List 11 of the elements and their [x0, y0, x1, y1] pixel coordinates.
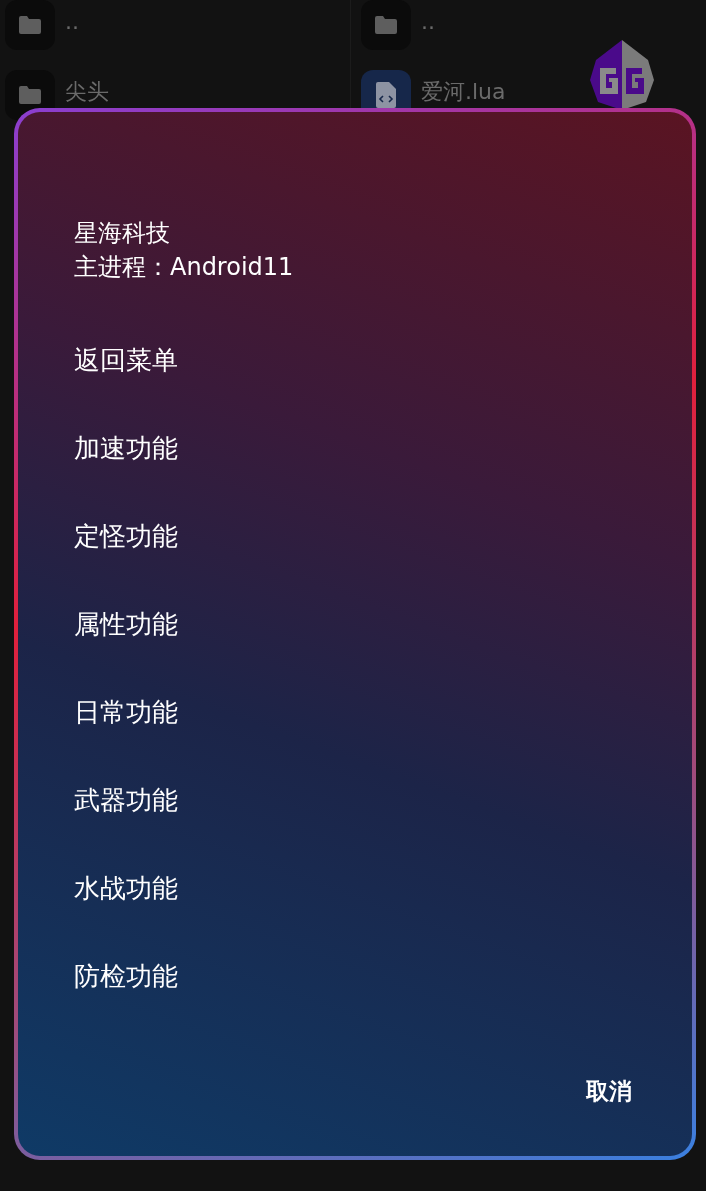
menu-item[interactable]: 防检功能: [74, 958, 178, 994]
cancel-button[interactable]: 取消: [586, 1073, 632, 1108]
menu-item[interactable]: 返回菜单: [74, 342, 178, 378]
menu-item[interactable]: 加速功能: [74, 430, 178, 466]
dialog-subtitle: 主进程：Android11: [74, 252, 295, 283]
dialog-title: 星海科技: [74, 218, 171, 249]
menu-item[interactable]: 水战功能: [74, 870, 178, 906]
menu-item[interactable]: 属性功能: [74, 606, 178, 642]
menu-item[interactable]: 武器功能: [74, 782, 178, 818]
menu-item[interactable]: 日常功能: [74, 694, 178, 730]
menu-item[interactable]: 定怪功能: [74, 518, 178, 554]
